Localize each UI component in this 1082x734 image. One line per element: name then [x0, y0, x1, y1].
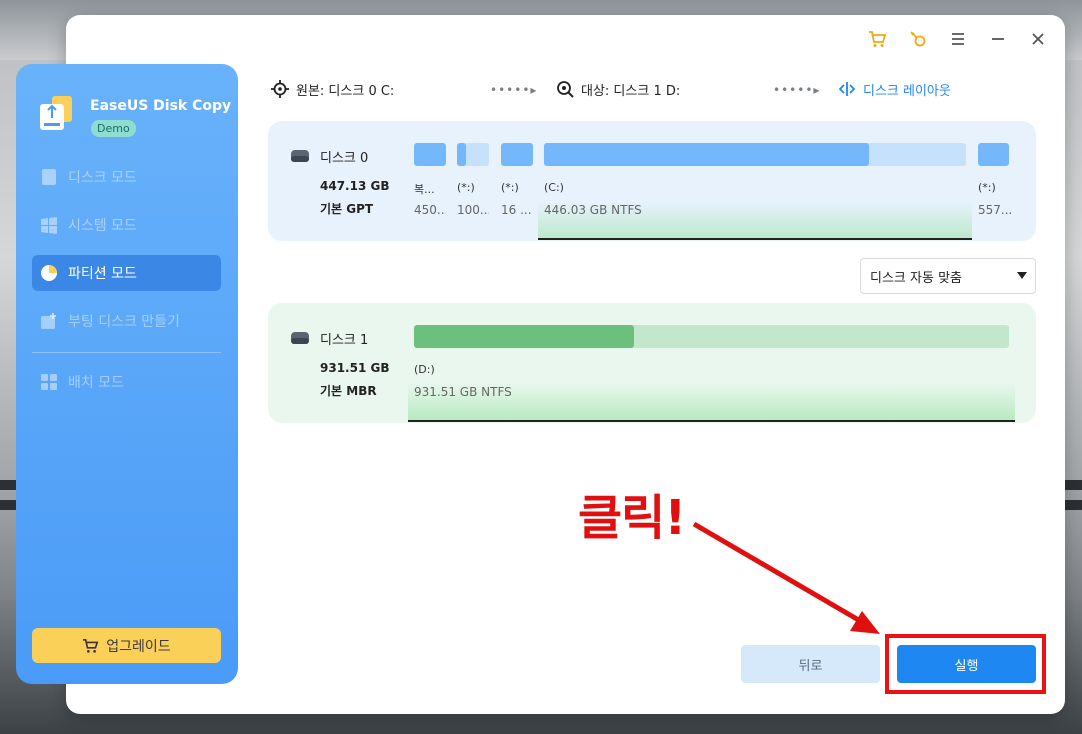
dropdown-arrow-icon — [1017, 272, 1027, 279]
annotation-highlight-box — [885, 634, 1046, 694]
cart-icon[interactable] — [867, 29, 887, 49]
disk-layout-link[interactable]: 디스크 레이아웃 — [837, 79, 951, 99]
progress-dots: •••••▸ — [490, 83, 538, 97]
disk-0-card[interactable]: 디스크 0 447.13 GB 기본 GPT 복... 450... (*:) … — [268, 121, 1036, 241]
annotation-click-text: 클릭! — [578, 490, 686, 546]
disk-drive-icon — [291, 332, 309, 344]
partition-d-label: (D:) — [414, 363, 435, 376]
sidebar-item-label: 배치 모드 — [68, 375, 124, 391]
crosshair-icon — [271, 80, 289, 98]
partition-info: 450... — [414, 203, 446, 217]
source-label: 원본: 디스크 0 C: — [296, 83, 395, 99]
upgrade-label: 업그레이드 — [106, 638, 171, 655]
sidebar-item-batch-mode[interactable]: 배치 모드 — [32, 364, 221, 400]
disk-mode-icon — [42, 169, 56, 185]
selected-partition-underline — [408, 420, 1015, 422]
layout-icon — [838, 82, 856, 96]
disk-1-type: 기본 MBR — [320, 384, 377, 398]
sidebar-item-label: 시스템 모드 — [68, 218, 137, 234]
app-logo-icon — [40, 96, 72, 130]
disk-0-name: 디스크 0 — [320, 151, 369, 166]
sidebar-divider — [32, 352, 221, 353]
demo-badge: Demo — [91, 120, 136, 137]
partition-c-info: 446.03 GB NTFS — [544, 203, 642, 217]
disk-1-name: 디스크 1 — [320, 333, 369, 348]
disk-1-card[interactable]: 디스크 1 931.51 GB 기본 MBR (D:) 931.51 GB NT… — [268, 303, 1036, 423]
partition-info: 16 ... — [501, 203, 532, 217]
partition-info: 557... — [978, 203, 1012, 217]
sidebar-item-label: 파티션 모드 — [68, 266, 137, 282]
partition-c-label: (C:) — [544, 181, 564, 194]
partition-d-info: 931.51 GB NTFS — [414, 385, 512, 399]
close-icon[interactable] — [1028, 29, 1048, 49]
key-icon[interactable] — [908, 29, 928, 49]
partition-info: 100... — [457, 203, 489, 217]
sidebar-item-partition-mode[interactable]: 파티션 모드 — [32, 255, 221, 291]
partition-bar[interactable] — [457, 143, 489, 166]
sidebar-item-disk-mode[interactable]: 디스크 모드 — [32, 159, 221, 195]
target-indicator: 대상: 디스크 1 D: — [555, 79, 680, 99]
partition-bar[interactable] — [978, 143, 1009, 166]
target-search-icon — [557, 81, 574, 98]
partition-label: (*:) — [501, 181, 519, 194]
disk-fit-select[interactable]: 디스크 자동 맞춤 — [860, 258, 1036, 294]
sidebar-item-system-mode[interactable]: 시스템 모드 — [32, 207, 221, 243]
sidebar-item-label: 부팅 디스크 만들기 — [68, 314, 180, 330]
disk-0-type: 기본 GPT — [320, 202, 374, 216]
minimize-icon[interactable] — [988, 29, 1008, 49]
partition-bar[interactable] — [414, 143, 446, 166]
progress-dots: •••••▸ — [773, 83, 821, 97]
partition-label: 복... — [414, 183, 435, 196]
target-label: 대상: 디스크 1 D: — [581, 83, 681, 99]
upgrade-button[interactable]: 업그레이드 — [32, 628, 221, 663]
app-title: EaseUS Disk Copy — [90, 98, 232, 114]
partition-label: (*:) — [978, 181, 996, 194]
disk-fit-value: 디스크 자동 맞춤 — [870, 270, 962, 286]
partition-bar[interactable] — [501, 143, 533, 166]
partition-d-bar[interactable] — [414, 325, 1009, 348]
pie-chart-icon — [41, 265, 57, 281]
bootable-disk-icon — [41, 313, 56, 329]
cart-icon — [83, 638, 99, 653]
partition-label: (*:) — [457, 181, 475, 194]
sidebar: EaseUS Disk Copy Demo 디스크 모드 시스템 모드 파티션 … — [16, 64, 238, 684]
disk-0-size: 447.13 GB — [320, 179, 390, 193]
partition-d-used — [414, 325, 635, 348]
selected-partition-underline — [538, 238, 972, 240]
menu-icon[interactable] — [948, 29, 968, 49]
windows-icon — [41, 217, 57, 234]
sidebar-item-bootable-disk[interactable]: 부팅 디스크 만들기 — [32, 303, 221, 339]
disk-drive-icon — [291, 150, 309, 162]
grid-icon — [41, 374, 57, 390]
back-button[interactable]: 뒤로 — [741, 645, 880, 683]
partition-c-bar[interactable] — [544, 143, 966, 166]
partition-c-used — [544, 143, 869, 166]
disk-layout-label[interactable]: 디스크 레이아웃 — [863, 80, 951, 99]
disk-1-size: 931.51 GB — [320, 361, 390, 375]
source-indicator: 원본: 디스크 0 C: — [270, 79, 394, 99]
sidebar-item-label: 디스크 모드 — [68, 170, 137, 186]
